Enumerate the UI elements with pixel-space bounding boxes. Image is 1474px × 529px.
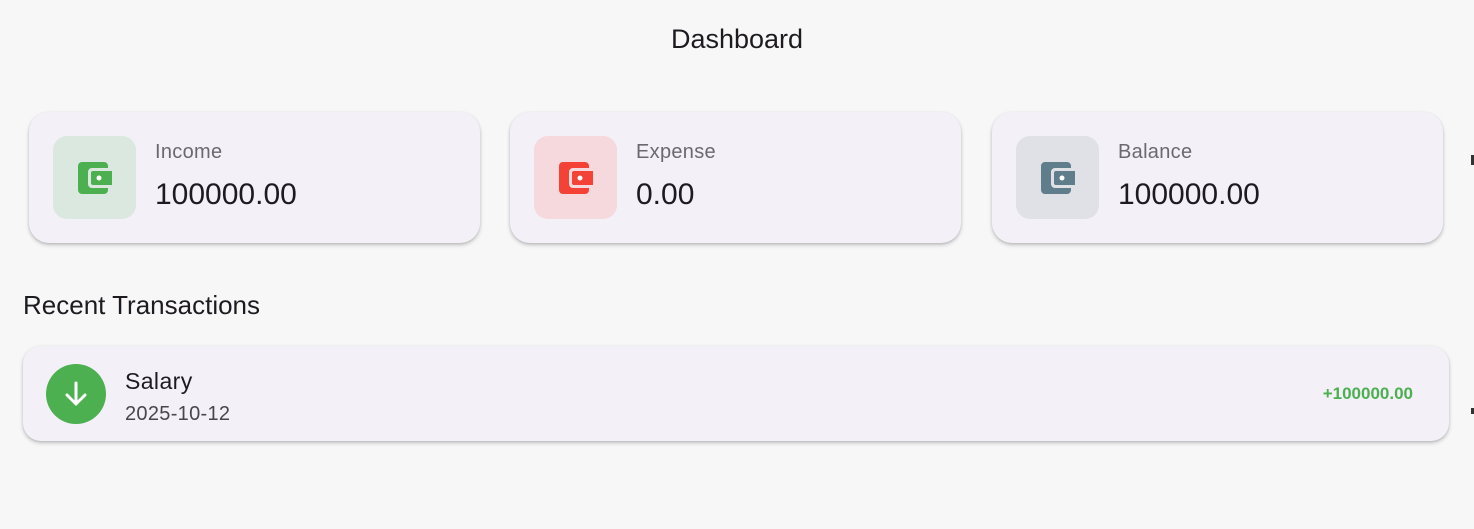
expense-icon-box (534, 136, 617, 219)
expense-label: Expense (636, 141, 716, 163)
balance-card[interactable]: Balance 100000.00 (992, 112, 1443, 243)
income-label: Income (155, 141, 223, 163)
wallet-icon (1040, 161, 1075, 194)
dashboard-page: Dashboard Income 100000.00 Expense 0.00 … (0, 0, 1474, 529)
wallet-icon (558, 161, 593, 194)
transaction-title: Salary (125, 368, 193, 394)
balance-value: 100000.00 (1118, 178, 1260, 211)
transaction-avatar (46, 364, 106, 424)
arrow-down-icon (65, 381, 87, 406)
transaction-amount: +100000.00 (1322, 384, 1413, 403)
income-card[interactable]: Income 100000.00 (29, 112, 480, 243)
income-value: 100000.00 (155, 178, 297, 211)
recent-transactions-heading: Recent Transactions (23, 290, 261, 320)
balance-icon-box (1016, 136, 1099, 219)
summary-cards: Income 100000.00 Expense 0.00 Balance 10… (29, 112, 1443, 244)
transaction-item[interactable]: Salary 2025-10-12 +100000.00 (23, 346, 1449, 441)
expense-card[interactable]: Expense 0.00 (510, 112, 961, 243)
app-bar-title: Dashboard (670, 24, 804, 54)
balance-label: Balance (1118, 141, 1193, 163)
wallet-icon (77, 161, 112, 194)
income-icon-box (53, 136, 136, 219)
transaction-date: 2025-10-12 (125, 403, 231, 425)
expense-value: 0.00 (636, 178, 695, 211)
